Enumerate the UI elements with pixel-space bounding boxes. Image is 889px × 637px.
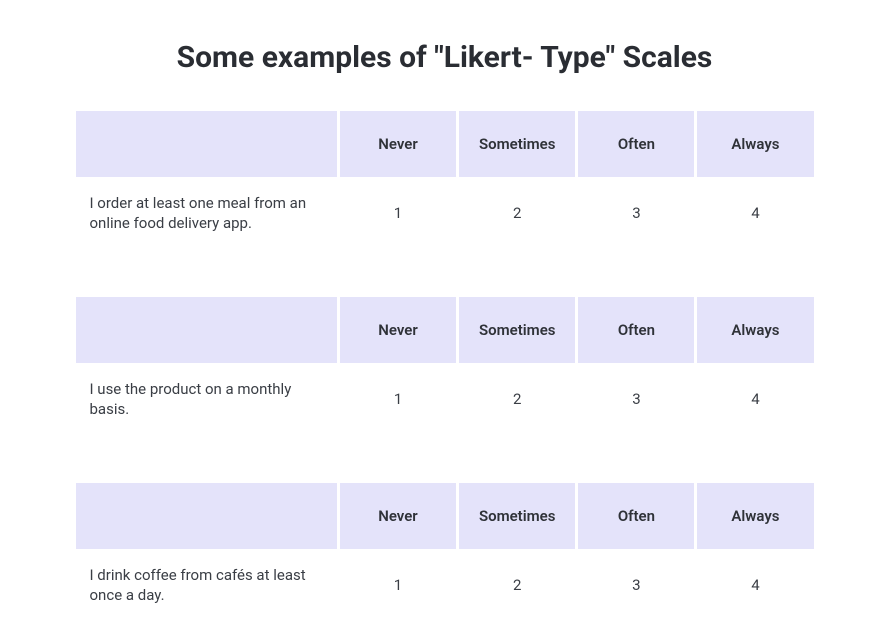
statement-cell: I order at least one meal from an online… xyxy=(76,177,338,249)
value-cell-never: 1 xyxy=(340,549,456,621)
header-always: Always xyxy=(697,111,813,177)
table-row: I order at least one meal from an online… xyxy=(76,177,814,249)
header-sometimes: Sometimes xyxy=(459,111,575,177)
value-cell-always: 4 xyxy=(697,363,813,435)
value-cell-sometimes: 2 xyxy=(459,363,575,435)
value-cell-always: 4 xyxy=(697,549,813,621)
table-row: I use the product on a monthly basis. 1 … xyxy=(76,363,814,435)
value-cell-often: 3 xyxy=(578,549,694,621)
table-row: I drink coffee from cafés at least once … xyxy=(76,549,814,621)
statement-cell: I drink coffee from cafés at least once … xyxy=(76,549,337,621)
likert-table-3: Never Sometimes Often Always I drink cof… xyxy=(73,483,817,621)
header-sometimes: Sometimes xyxy=(459,297,575,363)
header-blank xyxy=(76,297,338,363)
header-always: Always xyxy=(697,483,813,549)
likert-table-1: Never Sometimes Often Always I order at … xyxy=(73,111,817,249)
header-often: Often xyxy=(578,111,694,177)
header-often: Often xyxy=(578,297,694,363)
table-header-row: Never Sometimes Often Always xyxy=(76,297,814,363)
value-cell-sometimes: 2 xyxy=(459,549,575,621)
header-always: Always xyxy=(697,297,813,363)
likert-table-2: Never Sometimes Often Always I use the p… xyxy=(73,297,817,435)
value-cell-always: 4 xyxy=(697,177,813,249)
header-never: Never xyxy=(340,483,456,549)
header-often: Often xyxy=(578,483,694,549)
header-never: Never xyxy=(340,111,456,177)
header-sometimes: Sometimes xyxy=(459,483,575,549)
value-cell-never: 1 xyxy=(340,177,456,249)
value-cell-never: 1 xyxy=(340,363,456,435)
table-header-row: Never Sometimes Often Always xyxy=(76,111,814,177)
value-cell-sometimes: 2 xyxy=(459,177,575,249)
header-blank xyxy=(76,483,337,549)
table-header-row: Never Sometimes Often Always xyxy=(76,483,814,549)
tables-container: Never Sometimes Often Always I order at … xyxy=(73,111,817,621)
page-title: Some examples of "Likert- Type" Scales xyxy=(0,40,889,75)
value-cell-often: 3 xyxy=(578,177,694,249)
header-blank xyxy=(76,111,338,177)
header-never: Never xyxy=(340,297,456,363)
statement-cell: I use the product on a monthly basis. xyxy=(76,363,338,435)
value-cell-often: 3 xyxy=(578,363,694,435)
